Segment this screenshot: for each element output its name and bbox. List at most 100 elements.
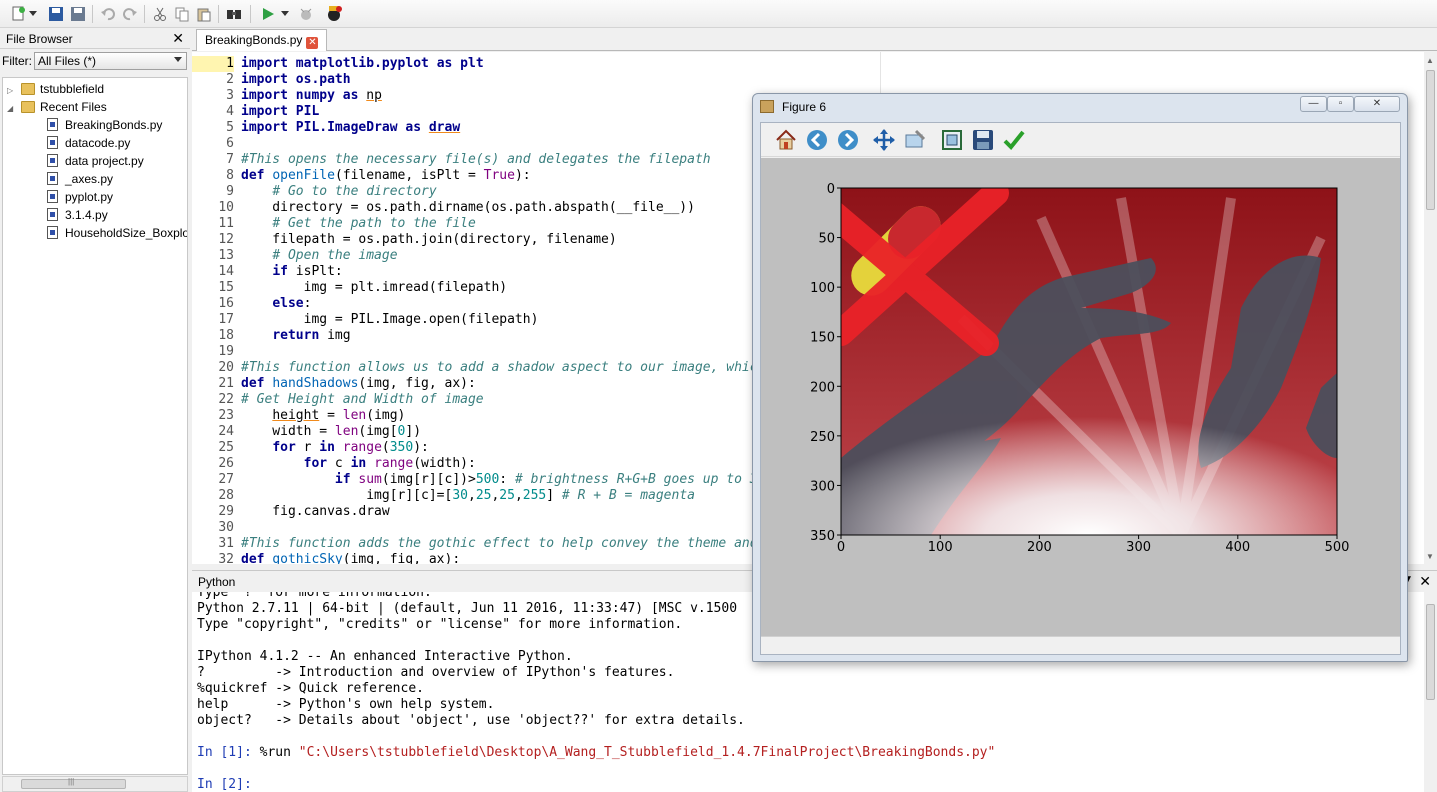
run-dropdown-icon[interactable] (280, 4, 290, 24)
cut-icon[interactable] (150, 4, 170, 24)
stop-icon[interactable] (324, 4, 344, 24)
console-command: %run (251, 745, 299, 760)
file-browser-title: File Browser (6, 32, 73, 46)
edit-axes-icon[interactable] (1003, 129, 1025, 151)
plot-image (841, 188, 1337, 535)
line-number: 25 (218, 440, 234, 455)
forward-icon[interactable] (837, 129, 859, 151)
y-tick-label: 100 (810, 281, 835, 296)
line-number: 7 (226, 152, 234, 167)
tree-file[interactable]: pyplot.py (47, 188, 113, 206)
find-icon[interactable] (224, 4, 244, 24)
line-number: 18 (218, 328, 234, 343)
line-number: 27 (218, 472, 234, 487)
pan-icon[interactable] (873, 129, 895, 151)
filter-dropdown[interactable]: All Files (*) (34, 52, 187, 70)
console-line: help -> Python's own help system. (197, 697, 495, 712)
tree-file[interactable]: data project.py (47, 152, 144, 170)
back-icon[interactable] (806, 129, 828, 151)
line-number: 31 (218, 536, 234, 551)
redo-icon[interactable] (120, 4, 140, 24)
save-figure-icon[interactable] (972, 129, 994, 151)
scrollbar-thumb[interactable]: ||| (21, 777, 126, 789)
scrollbar-thumb[interactable] (1426, 70, 1435, 210)
tree-file[interactable]: datacode.py (47, 134, 130, 152)
scrollbar-thumb[interactable] (1426, 604, 1435, 700)
tab-breakingbonds[interactable]: BreakingBonds.py ✕ (196, 29, 328, 51)
x-axis: 0 100 200 300 400 500 (837, 535, 1350, 555)
x-tick-label: 100 (928, 540, 953, 555)
figure-title: Figure 6 (782, 100, 827, 114)
close-window-button[interactable]: ✕ (1354, 96, 1400, 112)
scroll-down-icon[interactable]: ▼ (1426, 552, 1434, 561)
run-icon[interactable] (258, 4, 278, 24)
debug-icon[interactable] (296, 4, 316, 24)
dropdown-arrow-icon[interactable] (28, 4, 38, 24)
figure-window[interactable]: Figure 6 — ▫ ✕ 0 100 200 300 400 500 0 5… (752, 93, 1408, 662)
y-tick-label: 50 (818, 232, 835, 247)
python-file-icon (47, 226, 58, 239)
home-icon[interactable] (775, 129, 797, 151)
close-icon[interactable]: ✕ (172, 30, 184, 47)
console-line: %quickref -> Quick reference. (197, 681, 424, 696)
console-input-line[interactable]: In [2]: (192, 777, 1424, 792)
tree-item-label: HouseholdSize_Boxplot (65, 226, 188, 240)
console-input-line: In [1]: %run "C:\Users\tstubblefield\Des… (192, 745, 1424, 761)
console-prompt: In [2]: (197, 777, 252, 792)
scroll-up-icon[interactable]: ▲ (1426, 56, 1434, 65)
console-vertical-scrollbar[interactable] (1424, 592, 1437, 792)
figure-canvas[interactable]: 0 100 200 300 400 500 0 50 100 150 200 250 300 350 (761, 158, 1400, 636)
code-line: import os.path (241, 72, 351, 87)
editor-vertical-scrollbar[interactable]: ▲ ▼ (1424, 52, 1437, 564)
y-tick-label: 250 (810, 430, 835, 445)
close-icon[interactable]: ✕ (1419, 573, 1431, 590)
tree-item-label: Recent Files (40, 100, 107, 114)
y-tick-label: 150 (810, 331, 835, 346)
console-prompt: In [1]: (197, 745, 252, 760)
line-number: 20 (218, 360, 234, 375)
line-number: 30 (218, 520, 234, 535)
tree-item-label: tstubblefield (40, 82, 105, 96)
tree-file[interactable]: _axes.py (47, 170, 113, 188)
x-tick-label: 400 (1225, 540, 1250, 555)
line-number: 28 (218, 488, 234, 503)
zoom-icon[interactable] (904, 129, 926, 151)
line-number: 4 (226, 104, 234, 119)
x-tick-label: 500 (1325, 540, 1350, 555)
line-number: 16 (218, 296, 234, 311)
folder-icon (21, 83, 35, 95)
python-file-icon (47, 172, 58, 185)
configure-subplots-icon[interactable] (941, 129, 963, 151)
figure-titlebar[interactable]: Figure 6 — ▫ ✕ (753, 94, 1407, 120)
line-number: 5 (226, 120, 234, 135)
save-all-icon[interactable] (68, 4, 88, 24)
tree-file[interactable]: HouseholdSize_Boxplot (47, 224, 188, 242)
collapse-icon[interactable]: ◢ (7, 100, 17, 118)
tree-file[interactable]: 3.1.4.py (47, 206, 108, 224)
y-tick-label: 350 (810, 529, 835, 544)
save-icon[interactable] (46, 4, 66, 24)
new-file-icon[interactable] (8, 4, 28, 24)
line-number: 22 (218, 392, 234, 407)
editor-tab-bar: BreakingBonds.py ✕ (192, 29, 1437, 51)
chevron-down-icon (174, 57, 182, 62)
horizontal-scrollbar[interactable]: ||| (2, 776, 188, 792)
maximize-button[interactable]: ▫ (1327, 96, 1354, 112)
minimize-button[interactable]: — (1300, 96, 1327, 112)
line-number: 17 (218, 312, 234, 327)
tree-file[interactable]: BreakingBonds.py (47, 116, 162, 134)
close-tab-icon[interactable]: ✕ (306, 37, 319, 49)
x-tick-label: 300 (1126, 540, 1151, 555)
tree-folder-tstubblefield[interactable]: ▷ tstubblefield (7, 80, 104, 98)
undo-icon[interactable] (98, 4, 118, 24)
paste-icon[interactable] (194, 4, 214, 24)
tree-folder-recent-files[interactable]: ◢ Recent Files (7, 98, 107, 116)
tree-item-label: BreakingBonds.py (65, 118, 163, 132)
line-number: 32 (218, 552, 234, 564)
line-number: 6 (226, 136, 234, 151)
copy-icon[interactable] (172, 4, 192, 24)
image-plot[interactable]: 0 100 200 300 400 500 0 50 100 150 200 250 300 350 (761, 158, 1400, 636)
filter-value: All Files (*) (38, 54, 97, 68)
y-tick-label: 0 (827, 182, 835, 197)
line-number: 8 (226, 168, 234, 183)
